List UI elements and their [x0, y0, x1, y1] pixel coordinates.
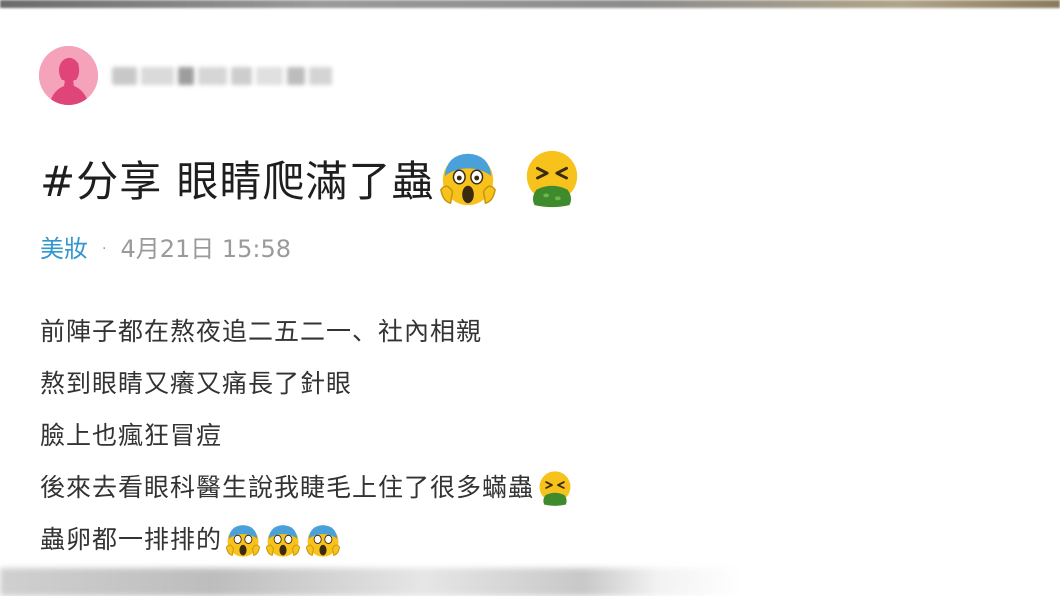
face-vomiting-emoji	[526, 150, 577, 208]
post-title-text: #分享 眼睛爬滿了蟲	[40, 156, 435, 206]
author-username-obscured[interactable]	[112, 62, 332, 90]
post-body: 前陣子都在熬夜追二五二一、社內相親 熬到眼睛又癢又痛長了針眼 臉上也瘋狂冒痘 後…	[40, 306, 574, 566]
face-screaming-in-fear-emoji	[305, 525, 341, 557]
post-meta: 美妝 · 4月21日 15:58	[40, 232, 291, 266]
face-screaming-in-fear-emoji	[265, 525, 301, 557]
author-avatar[interactable]	[39, 46, 98, 105]
face-screaming-in-fear-emoji	[439, 153, 496, 206]
top-blurred-strip	[0, 0, 1060, 8]
body-line-text: 前陣子都在熬夜追二五二一、社內相親	[40, 317, 483, 346]
body-line-text: 臉上也瘋狂冒痘	[40, 421, 223, 450]
post-title: #分享 眼睛爬滿了蟲	[40, 143, 583, 213]
meta-separator: ·	[102, 241, 107, 257]
body-line-text: 熬到眼睛又癢又痛長了針眼	[40, 369, 353, 398]
body-line: 臉上也瘋狂冒痘	[40, 410, 574, 462]
bottom-blurred-strip	[0, 568, 1060, 596]
category-link[interactable]: 美妝	[40, 232, 88, 266]
body-line: 蟲卵都一排排的	[40, 514, 574, 566]
body-line-text: 後來去看眼科醫生說我睫毛上住了很多蟎蟲	[40, 473, 535, 502]
body-line: 熬到眼睛又癢又痛長了針眼	[40, 358, 574, 410]
post-timestamp: 4月21日 15:58	[120, 235, 292, 263]
face-screaming-in-fear-emoji	[225, 525, 261, 557]
body-line: 後來去看眼科醫生說我睫毛上住了很多蟎蟲	[40, 462, 574, 514]
body-line: 前陣子都在熬夜追二五二一、社內相親	[40, 306, 574, 358]
face-vomiting-emoji	[539, 471, 571, 506]
female-silhouette-icon	[39, 46, 98, 105]
body-line-text: 蟲卵都一排排的	[40, 525, 223, 554]
